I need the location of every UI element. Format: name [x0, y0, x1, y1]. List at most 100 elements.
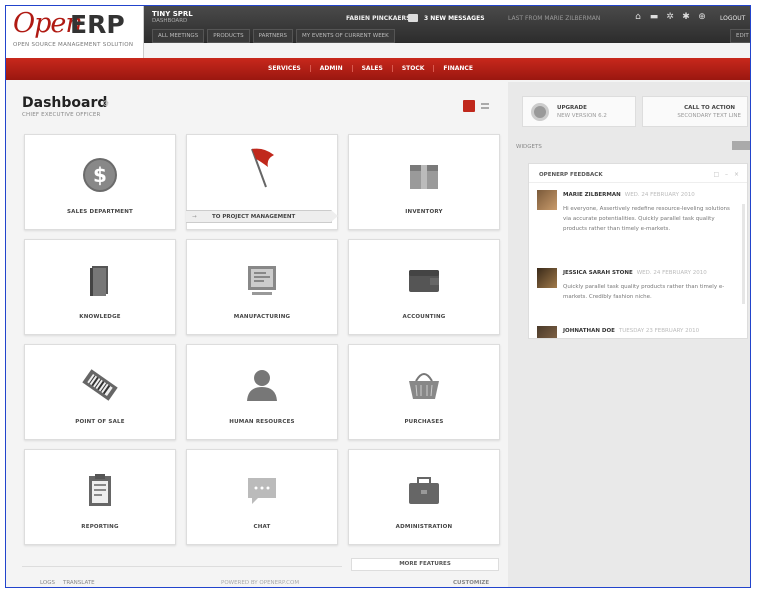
arrow-right-icon: →: [192, 214, 197, 220]
menu-item-stock[interactable]: STOCK: [393, 65, 435, 72]
settings-icon[interactable]: ✲: [665, 12, 675, 22]
footer-link-translate[interactable]: TRANSLATE: [63, 580, 95, 586]
basket-icon: [409, 373, 439, 399]
tile-chat[interactable]: CHAT: [186, 449, 338, 545]
dollar-coin-icon: $: [83, 158, 117, 192]
feedback-date: WED. 24 FEBRUARY 2010: [624, 192, 695, 198]
person-icon: [247, 370, 277, 401]
inbox-icon[interactable]: ▬: [649, 12, 659, 22]
widgets-heading: WIDGETS: [516, 144, 542, 150]
call-to-action-button[interactable]: CALL TO ACTION SECONDARY TEXT LINE: [642, 96, 748, 127]
menu-item-admin[interactable]: ADMIN: [311, 65, 353, 72]
user-name[interactable]: FABIEN PINCKAERS: [346, 15, 410, 22]
logout-link[interactable]: LOGOUT: [720, 15, 745, 22]
feedback-date: TUESDAY 23 FEBRUARY 2010: [618, 328, 700, 334]
tile-label: PURCHASES: [404, 419, 444, 425]
avatar[interactable]: [537, 190, 557, 210]
edit-shortcuts-button[interactable]: EDIT: [730, 29, 750, 43]
tile-label: ADMINISTRATION: [395, 524, 453, 530]
shortcut-tab[interactable]: MY EVENTS OF CURRENT WEEK: [296, 29, 395, 43]
feedback-author[interactable]: MARIE ZILBERMAN WED. 24 FEBRUARY 2010: [563, 192, 695, 198]
monitor-icon: [248, 266, 276, 295]
footer-link-logs[interactable]: LOGS: [40, 580, 55, 586]
footer-links: LOGS TRANSLATE: [40, 580, 95, 586]
books-icon: [90, 266, 108, 296]
database-subtitle: DASHBOARD: [152, 18, 188, 24]
tile-label: ACCOUNTING: [402, 314, 446, 320]
tile-purchases[interactable]: PURCHASES: [348, 344, 500, 440]
widget-controls[interactable]: □ – ×: [713, 171, 741, 178]
feedback-date: WED. 24 FEBRUARY 2010: [636, 270, 707, 276]
list-view-icon[interactable]: [481, 103, 489, 109]
dashboard-settings-icon[interactable]: ⚙: [102, 99, 109, 108]
grid-view-icon[interactable]: [463, 100, 475, 112]
right-panel: UPGRADE NEW VERSION 6.2 CALL TO ACTION S…: [508, 82, 750, 587]
help-icon[interactable]: ⊕: [697, 12, 707, 22]
avatar[interactable]: [537, 268, 557, 288]
top-icon-group: ⌂ ▬ ✲ ✱ ⊕: [633, 12, 707, 22]
last-message-text: LAST FROM MARIE ZILBERMAN: [508, 15, 601, 22]
avatar[interactable]: [537, 326, 557, 338]
upgrade-title: UPGRADE: [557, 105, 587, 111]
speech-bubble-icon: [248, 478, 276, 504]
tile-label: MANUFACTURING: [233, 314, 291, 320]
feedback-item: JOHNATHAN DOE TUESDAY 23 FEBRUARY 2010: [537, 326, 737, 338]
cta-title: CALL TO ACTION: [684, 105, 735, 111]
menu-item-finance[interactable]: FINANCE: [434, 65, 482, 72]
customize-link[interactable]: CUSTOMIZE: [453, 580, 489, 586]
more-features-button[interactable]: MORE FEATURES: [351, 558, 499, 571]
tile-human-resources[interactable]: HUMAN RESOURCES: [186, 344, 338, 440]
home-icon[interactable]: ⌂: [633, 12, 643, 22]
feedback-item: MARIE ZILBERMAN WED. 24 FEBRUARY 2010 Hi …: [537, 190, 737, 250]
upgrade-gear-icon: [531, 103, 549, 121]
tile-project-management[interactable]: → TO PROJECT MANAGEMENT: [186, 134, 338, 230]
tile-knowledge[interactable]: KNOWLEDGE: [24, 239, 176, 335]
shortcut-tab[interactable]: PRODUCTS: [207, 29, 250, 43]
powered-by-link[interactable]: POWERED BY OPENERP.COM: [221, 580, 299, 586]
tile-label: KNOWLEDGE: [79, 314, 121, 320]
tile-reporting[interactable]: REPORTING: [24, 449, 176, 545]
page-subtitle: CHIEF EXECUTIVE OFFICER: [22, 112, 101, 118]
feedback-author[interactable]: JESSICA SARAH STONE WED. 24 FEBRUARY 2010: [563, 270, 707, 276]
main-menu: SERVICES ADMIN SALES STOCK FINANCE: [259, 65, 482, 72]
tile-sales-department[interactable]: $ SALES DEPARTMENT: [24, 134, 176, 230]
logo-erp-text: ERP: [70, 10, 125, 39]
feedback-item: JESSICA SARAH STONE WED. 24 FEBRUARY 2010…: [537, 268, 737, 308]
database-name[interactable]: TINY SPRL: [152, 10, 193, 18]
tile-label: HUMAN RESOURCES: [229, 419, 295, 425]
tile-label: REPORTING: [81, 524, 119, 530]
tile-administration[interactable]: ADMINISTRATION: [348, 449, 500, 545]
box-icon: [410, 165, 438, 189]
add-widget-button[interactable]: [732, 141, 750, 150]
feedback-body: Hi everyone, Assertively redefine resour…: [563, 206, 730, 232]
upgrade-button[interactable]: UPGRADE NEW VERSION 6.2: [522, 96, 636, 127]
widget-scrollbar[interactable]: [742, 204, 745, 304]
tile-label: CHAT: [253, 524, 271, 530]
tile-point-of-sale[interactable]: POINT OF SALE: [24, 344, 176, 440]
shortcut-tab[interactable]: ALL MEETINGS: [152, 29, 205, 43]
wallet-icon: [409, 270, 439, 292]
envelope-icon[interactable]: [408, 14, 418, 22]
tile-label: INVENTORY: [405, 209, 443, 215]
tile-accounting[interactable]: ACCOUNTING: [348, 239, 500, 335]
svg-text:$: $: [93, 163, 107, 187]
menu-item-sales[interactable]: SALES: [353, 65, 393, 72]
new-messages-link[interactable]: 3 NEW MESSAGES: [424, 15, 485, 22]
tile-manufacturing[interactable]: MANUFACTURING: [186, 239, 338, 335]
shortcut-tab[interactable]: PARTNERS: [252, 29, 294, 43]
page-title: Dashboard: [22, 95, 108, 111]
feedback-author[interactable]: JOHNATHAN DOE TUESDAY 23 FEBRUARY 2010: [563, 328, 699, 334]
clipboard-icon: [89, 474, 111, 506]
app-window: TINY SPRL DASHBOARD FABIEN PINCKAERS 3 N…: [5, 5, 751, 588]
feedback-body: Quickly parallel task quality products r…: [563, 284, 725, 300]
tile-inventory[interactable]: INVENTORY: [348, 134, 500, 230]
project-management-link[interactable]: → TO PROJECT MANAGEMENT: [186, 210, 338, 223]
logo[interactable]: Open ERP OPEN SOURCE MANAGEMENT SOLUTION: [6, 6, 144, 58]
widget-divider: [529, 182, 747, 183]
preferences-icon[interactable]: ✱: [681, 12, 691, 22]
upgrade-subtitle: NEW VERSION 6.2: [557, 113, 607, 119]
main-menu-bar: SERVICES ADMIN SALES STOCK FINANCE: [6, 58, 750, 80]
widget-title: OPENERP FEEDBACK: [539, 172, 603, 178]
menu-item-services[interactable]: SERVICES: [259, 65, 311, 72]
footer-divider: [22, 566, 342, 567]
